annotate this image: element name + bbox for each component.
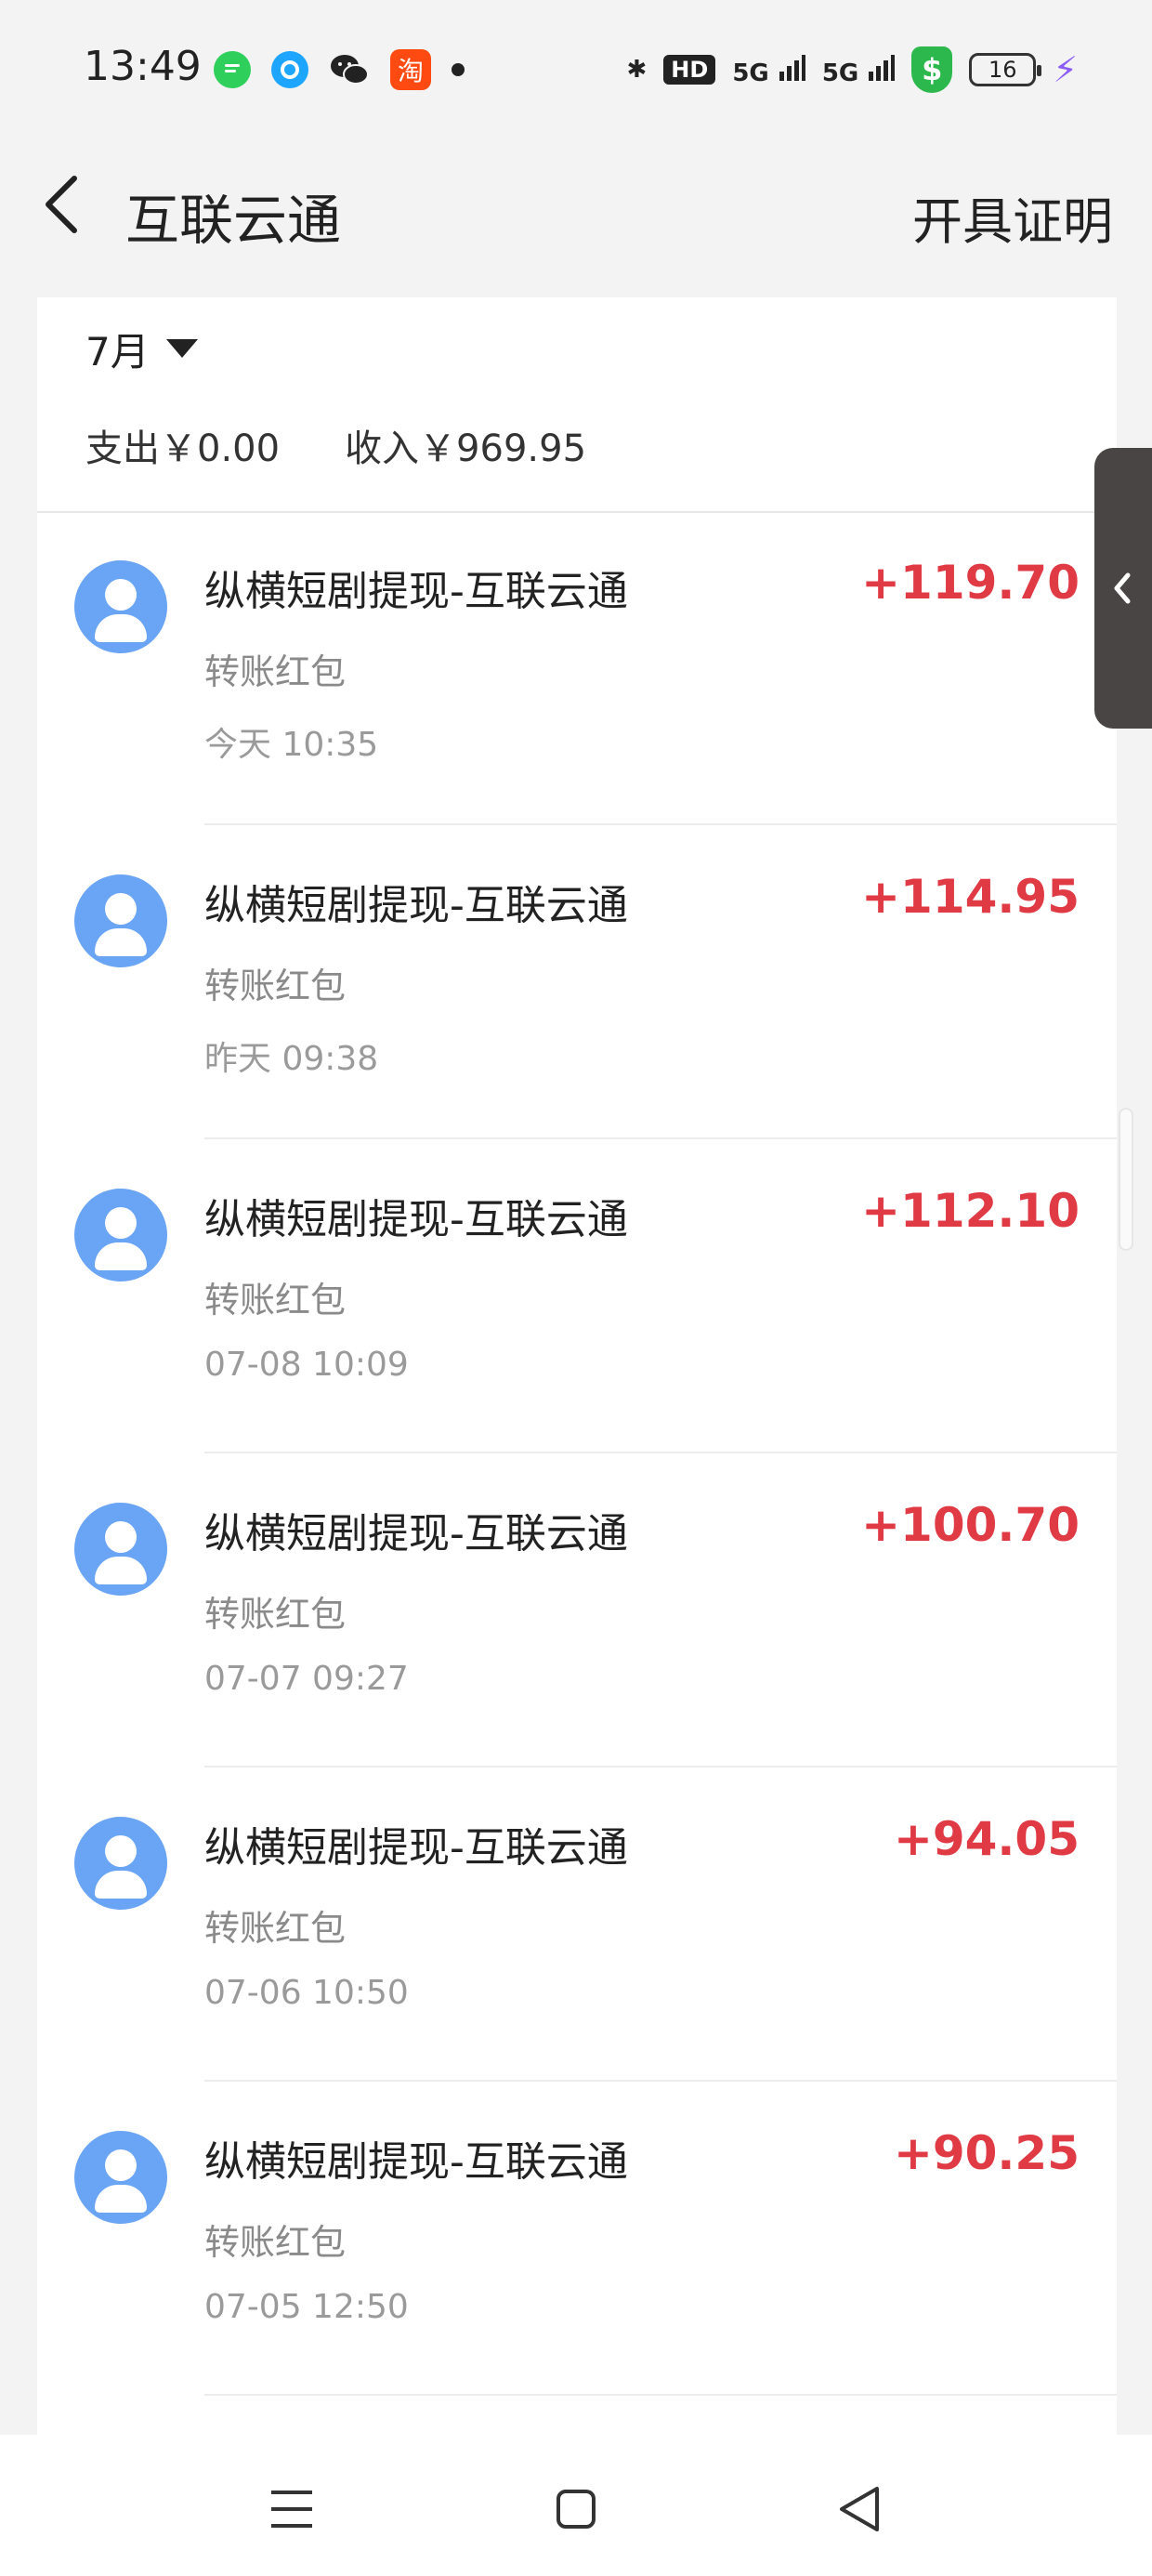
side-panel-handle[interactable]: [1094, 448, 1152, 729]
transaction-row[interactable]: 纵横短剧提现-互联云通 转账红包 07-05 12:50 +90.25: [37, 2082, 1117, 2396]
hd-voice-icon: HD: [663, 55, 716, 85]
transaction-title: 纵横短剧提现-互联云通: [204, 882, 628, 929]
transaction-amount: +112.10: [861, 1184, 1080, 1238]
transaction-amount: +119.70: [861, 556, 1080, 610]
transaction-time: 昨天 09:38: [204, 1040, 379, 1078]
system-nav-bar: [0, 2435, 1152, 2576]
avatar: [74, 560, 167, 653]
transaction-title: 纵横短剧提现-互联云通: [204, 1196, 628, 1243]
transaction-time: 07-07 09:27: [204, 1660, 409, 1698]
transaction-type: 转账红包: [204, 1594, 347, 1635]
transaction-type: 转账红包: [204, 1280, 347, 1321]
notification-icons: 淘: [214, 46, 465, 93]
transaction-list: 纵横短剧提现-互联云通 转账红包 今天 10:35 +119.70 纵横短剧提现…: [37, 511, 1117, 2396]
transaction-title: 纵横短剧提现-互联云通: [204, 568, 628, 615]
security-shield-glyph: $: [922, 52, 943, 87]
transaction-title: 纵横短剧提现-互联云通: [204, 2138, 628, 2186]
home-button[interactable]: [539, 2472, 613, 2546]
app-header: 互联云通 开具证明: [0, 139, 1152, 297]
scrollbar[interactable]: [1119, 1108, 1133, 1251]
signal-1-icon: 5G: [732, 53, 805, 87]
menu-icon: [271, 2491, 312, 2528]
transaction-type: 转账红包: [204, 2222, 347, 2263]
avatar: [74, 874, 167, 967]
taobao-icon: 淘: [390, 49, 431, 90]
transaction-row[interactable]: 纵横短剧提现-互联云通 转账红包 07-06 10:50 +94.05: [37, 1768, 1117, 2082]
messages-icon: [214, 51, 251, 88]
transaction-amount: +114.95: [861, 870, 1080, 924]
transaction-time: 07-06 10:50: [204, 1974, 409, 2012]
battery-icon: 16: [969, 53, 1042, 86]
avatar: [74, 1503, 167, 1596]
page-title: 互联云通: [125, 189, 342, 252]
month-selector[interactable]: 7月: [85, 307, 198, 390]
transaction-amount: +100.70: [861, 1498, 1080, 1552]
wechat-icon: [329, 49, 370, 90]
transaction-row[interactable]: 纵横短剧提现-互联云通 转账红包 今天 10:35 +119.70: [37, 511, 1117, 825]
income-total: 收入￥969.95: [345, 427, 587, 470]
back-button[interactable]: [33, 167, 108, 242]
transactions-card: 7月 支出￥0.00 收入￥969.95 纵横短剧提现-互联云通 转账红包 今天…: [37, 297, 1117, 2435]
month-label: 7月: [85, 328, 150, 375]
browser-icon: [271, 51, 308, 88]
menu-button[interactable]: [255, 2472, 329, 2546]
transaction-type: 转账红包: [204, 651, 347, 692]
transaction-time: 07-08 10:09: [204, 1346, 409, 1384]
chevron-left-icon: [1114, 572, 1131, 604]
transaction-time: 今天 10:35: [204, 726, 379, 764]
row-divider: [204, 2394, 1117, 2396]
square-home-icon: [556, 2490, 596, 2529]
transaction-amount: +90.25: [893, 2126, 1080, 2180]
system-indicators: ✱ HD 5G 5G $ 16 ⚡: [626, 46, 1078, 93]
status-bar: 13:49 淘 ✱ HD 5G 5G $ 16 ⚡: [0, 0, 1152, 139]
transaction-type: 转账红包: [204, 1908, 347, 1949]
taobao-icon-char: 淘: [397, 56, 424, 86]
security-shield-icon: $: [911, 46, 953, 93]
transaction-title: 纵横短剧提现-互联云通: [204, 1510, 628, 1557]
bluetooth-icon: ✱: [626, 56, 648, 84]
avatar: [74, 2131, 167, 2224]
status-time: 13:49: [84, 43, 202, 90]
battery-level: 16: [988, 57, 1017, 83]
avatar: [74, 1189, 167, 1281]
signal-2-label: 5G: [821, 59, 859, 87]
signal-2-icon: 5G: [822, 53, 896, 87]
transaction-amount: +94.05: [893, 1812, 1080, 1866]
signal-1-label: 5G: [732, 59, 769, 87]
more-notifications-dot: [452, 63, 465, 76]
chevron-left-icon: [46, 176, 77, 233]
avatar: [74, 1817, 167, 1910]
charging-icon: ⚡: [1053, 49, 1078, 90]
expense-total: 支出￥0.00: [85, 427, 281, 470]
transaction-row[interactable]: 纵横短剧提现-互联云通 转账红包 昨天 09:38 +114.95: [37, 825, 1117, 1139]
caret-down-icon: [165, 339, 198, 358]
issue-certificate-button[interactable]: 开具证明: [912, 180, 1113, 254]
transaction-title: 纵横短剧提现-互联云通: [204, 1824, 628, 1872]
transaction-row[interactable]: 纵横短剧提现-互联云通 转账红包 07-07 09:27 +100.70: [37, 1453, 1117, 1768]
back-nav-button[interactable]: [823, 2472, 897, 2546]
transaction-type: 转账红包: [204, 966, 347, 1006]
transaction-time: 07-05 12:50: [204, 2288, 409, 2326]
transaction-row[interactable]: 纵横短剧提现-互联云通 转账红包 07-08 10:09 +112.10: [37, 1139, 1117, 1453]
triangle-back-icon: [840, 2487, 879, 2531]
month-summary: 支出￥0.00 收入￥969.95: [85, 418, 586, 472]
